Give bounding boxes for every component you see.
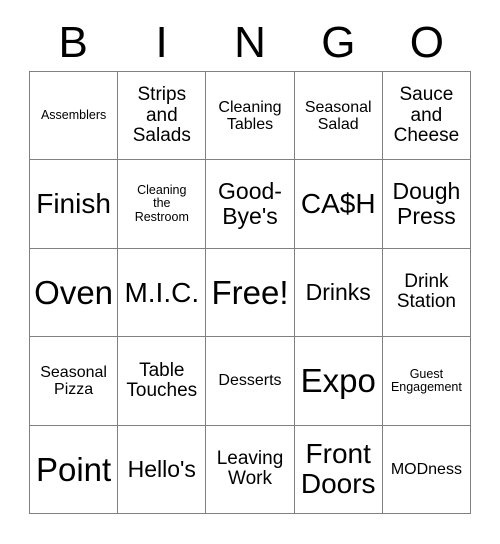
bingo-cell-label: Cleaning Tables bbox=[218, 98, 282, 133]
bingo-cell-label: Oven bbox=[34, 273, 114, 311]
bingo-cell[interactable]: Desserts bbox=[206, 337, 295, 426]
header-letter-g: G bbox=[321, 18, 356, 67]
bingo-cell-label: Strips and Salads bbox=[132, 84, 191, 146]
bingo-cell-label: Hello's bbox=[127, 455, 196, 482]
bingo-cell[interactable]: CA$H bbox=[294, 160, 383, 249]
bingo-cell-label: Drink Station bbox=[396, 271, 456, 313]
bingo-cell[interactable]: Point bbox=[30, 425, 119, 514]
bingo-card: B I N G O Assemblers Strips and Salads C… bbox=[0, 0, 500, 544]
bingo-cell[interactable]: Expo bbox=[294, 337, 383, 426]
bingo-cell-label: Seasonal Pizza bbox=[40, 363, 107, 398]
bingo-cell-label: M.I.C. bbox=[124, 276, 200, 308]
bingo-cell-label: Desserts bbox=[218, 372, 282, 390]
bingo-cell[interactable]: Dough Press bbox=[382, 160, 471, 249]
bingo-cell[interactable]: Seasonal Pizza bbox=[30, 337, 119, 426]
bingo-cell-label: Finish bbox=[36, 188, 111, 220]
bingo-cell[interactable]: Guest Engagement bbox=[382, 337, 471, 426]
bingo-header-row: B I N G O bbox=[29, 16, 471, 70]
header-letter-b: B bbox=[58, 18, 88, 67]
bingo-cell[interactable]: Drink Station bbox=[382, 248, 471, 338]
bingo-cell-label: CA$H bbox=[300, 188, 376, 220]
bingo-cell[interactable]: Assemblers bbox=[30, 72, 119, 161]
bingo-cell-label: Cleaning the Restroom bbox=[134, 183, 189, 224]
bingo-cell[interactable]: Strips and Salads bbox=[118, 72, 207, 161]
bingo-cell-label: Expo bbox=[300, 362, 376, 400]
bingo-cell-label: Table Touches bbox=[126, 359, 198, 401]
bingo-cell[interactable]: M.I.C. bbox=[118, 248, 207, 338]
header-letter-o: O bbox=[409, 18, 444, 67]
bingo-cell[interactable]: Table Touches bbox=[118, 337, 207, 426]
bingo-cell[interactable]: MODness bbox=[382, 425, 471, 514]
bingo-cell-label: Guest Engagement bbox=[390, 366, 462, 394]
bingo-cell[interactable]: Hello's bbox=[118, 425, 207, 514]
bingo-cell[interactable]: Drinks bbox=[294, 248, 383, 338]
header-letter-i: I bbox=[155, 18, 168, 67]
bingo-cell[interactable]: Finish bbox=[30, 160, 119, 249]
bingo-cell-label: Free! bbox=[211, 273, 289, 311]
bingo-cell-label: MODness bbox=[390, 460, 462, 478]
bingo-cell[interactable]: Cleaning the Restroom bbox=[118, 160, 207, 249]
bingo-cell-label: Leaving Work bbox=[216, 447, 284, 490]
bingo-cell-label: Good- Bye's bbox=[218, 178, 282, 230]
bingo-cell-label: Drinks bbox=[305, 279, 371, 306]
header-letter-n: N bbox=[234, 18, 266, 67]
bingo-cell[interactable]: Seasonal Salad bbox=[294, 72, 383, 161]
bingo-cell[interactable]: Front Doors bbox=[294, 425, 383, 514]
bingo-cell-label: Dough Press bbox=[392, 178, 461, 230]
bingo-cell[interactable]: Sauce and Cheese bbox=[382, 72, 471, 161]
bingo-cell-label: Point bbox=[35, 450, 112, 488]
bingo-cell-label: Front Doors bbox=[300, 438, 376, 500]
bingo-grid: Assemblers Strips and Salads Cleaning Ta… bbox=[29, 71, 471, 514]
bingo-cell-free[interactable]: Free! bbox=[206, 248, 295, 338]
bingo-cell[interactable]: Good- Bye's bbox=[206, 160, 295, 249]
bingo-cell-label: Sauce and Cheese bbox=[393, 84, 460, 146]
bingo-cell[interactable]: Leaving Work bbox=[206, 425, 295, 514]
bingo-cell[interactable]: Oven bbox=[30, 248, 119, 338]
bingo-cell[interactable]: Cleaning Tables bbox=[206, 72, 295, 161]
bingo-cell-label: Seasonal Salad bbox=[304, 98, 372, 133]
bingo-cell-label: Assemblers bbox=[40, 108, 107, 122]
